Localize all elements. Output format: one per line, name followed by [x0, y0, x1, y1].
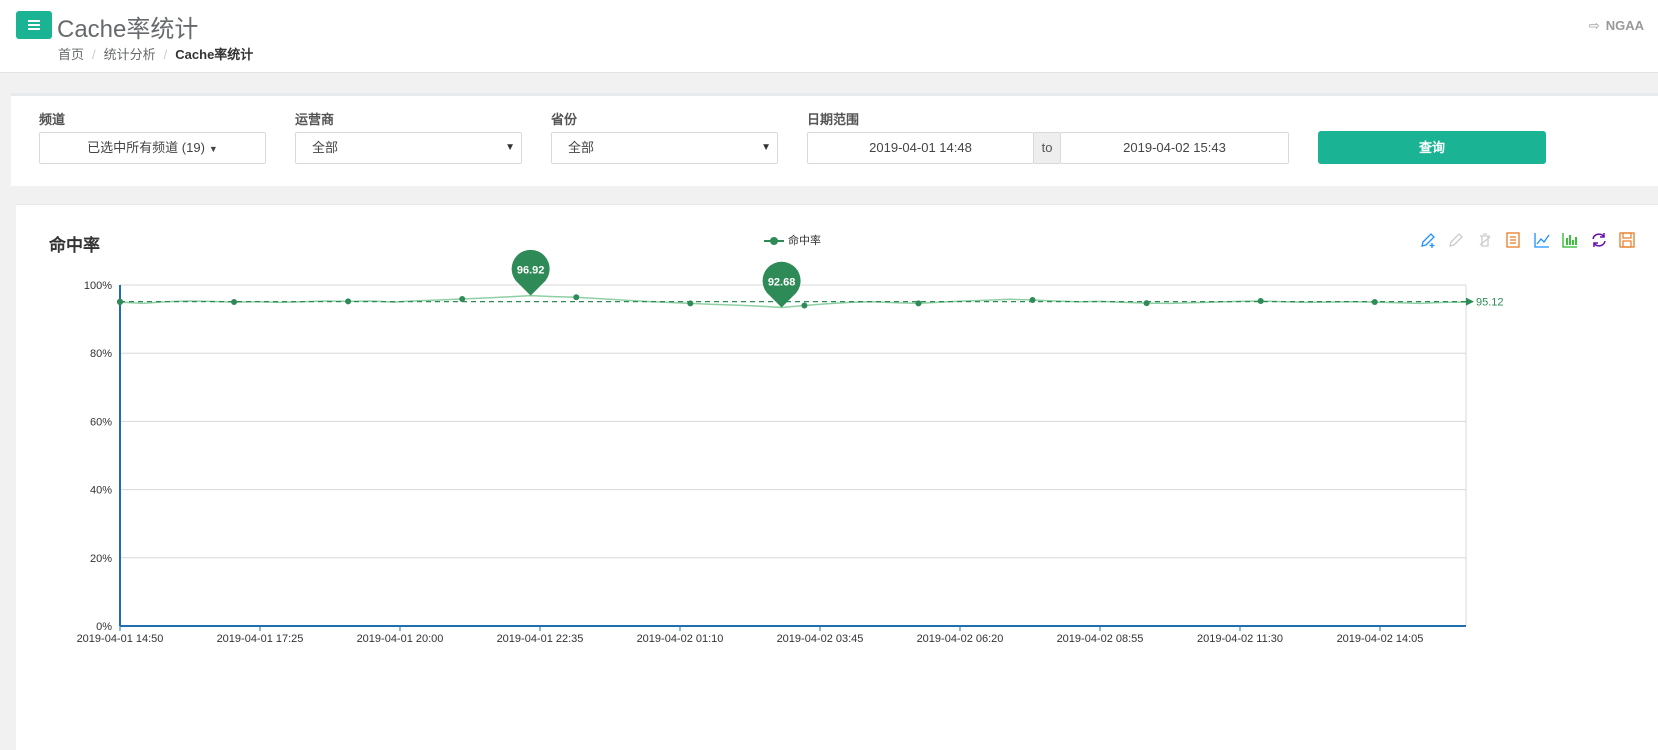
x-tick-label: 2019-04-02 03:45 [777, 633, 864, 645]
x-tick-label: 2019-04-02 01:10 [637, 633, 724, 645]
select-arrow-icon: ▼ [505, 142, 515, 153]
y-tick-label: 80% [90, 348, 112, 360]
operator-value: 全部 [312, 140, 339, 155]
data-point [1143, 300, 1150, 307]
chart-panel: 命中率 命中率 0% 20% 40% 60% 80% 100% 2019-04-01 14:… [16, 204, 1658, 750]
data-point [801, 302, 808, 309]
top-header: Cache率统计 首页 / 统计分析 / Cache率统计 ⇨ NGAA [0, 0, 1658, 73]
sign-out-icon: ⇨ [1588, 18, 1600, 33]
data-point [1257, 298, 1264, 305]
channel-value: 已选中所有频道 (19) [87, 140, 205, 155]
breadcrumb-home[interactable]: 首页 [58, 47, 84, 62]
average-arrow [1466, 297, 1474, 306]
page-title: Cache率统计 [57, 16, 199, 43]
logout-link[interactable]: ⇨ NGAA [1589, 18, 1644, 34]
x-tick-label: 2019-04-01 22:35 [497, 633, 584, 645]
y-tick-label: 100% [84, 280, 112, 292]
select-arrow-icon: ▼ [761, 142, 771, 153]
x-tick-label: 2019-04-01 17:25 [217, 633, 304, 645]
channel-dropdown[interactable]: 已选中所有频道 (19) ▼ [39, 132, 266, 164]
y-tick-label: 20% [90, 553, 112, 565]
y-tick-label: 0% [96, 621, 112, 633]
breadcrumb-current: Cache率统计 [175, 47, 254, 62]
date-end-input[interactable]: 2019-04-02 15:43 [1060, 132, 1289, 164]
x-tick-label: 2019-04-01 20:00 [357, 633, 444, 645]
x-tick-label: 2019-04-02 14:05 [1337, 633, 1424, 645]
province-label: 省份 [551, 112, 578, 127]
min-marker-label: 92.68 [768, 277, 796, 289]
average-start-point [117, 298, 123, 305]
menu-toggle-button[interactable] [16, 11, 52, 39]
operator-label: 运营商 [295, 112, 335, 127]
date-to-addon: to [1034, 132, 1060, 164]
query-button[interactable]: 查询 [1318, 131, 1546, 164]
province-select[interactable]: 全部 ▼ [551, 132, 778, 164]
user-name: NGAA [1605, 18, 1644, 33]
operator-select[interactable]: 全部 ▼ [295, 132, 522, 164]
y-tick-label: 60% [90, 416, 112, 428]
average-label: 95.12 [1476, 297, 1504, 309]
x-tick-label: 2019-04-02 11:30 [1197, 633, 1283, 645]
y-tick-label: 40% [90, 485, 112, 497]
date-range-label: 日期范围 [807, 112, 860, 127]
channel-label: 频道 [39, 112, 66, 127]
x-tick-label: 2019-04-01 14:50 [77, 633, 164, 645]
province-value: 全部 [568, 140, 595, 155]
breadcrumb: 首页 / 统计分析 / Cache率统计 [58, 47, 254, 62]
data-point [573, 294, 580, 301]
caret-down-icon: ▼ [208, 144, 218, 154]
date-start-input[interactable]: 2019-04-01 14:48 [807, 132, 1034, 164]
breadcrumb-stats[interactable]: 统计分析 [104, 47, 156, 62]
hit-rate-line-chart: 0% 20% 40% 60% 80% 100% 2019-04-01 14:50 2019-0… [77, 249, 1504, 645]
x-tick-label: 2019-04-02 08:55 [1057, 633, 1144, 645]
max-marker-label: 96.92 [517, 265, 545, 277]
x-tick-label: 2019-04-02 06:20 [917, 633, 1004, 645]
filter-panel: 频道 已选中所有频道 (19) ▼ 运营商 全部 ▼ 省份 全部 ▼ 日期范围 201… [11, 93, 1658, 186]
